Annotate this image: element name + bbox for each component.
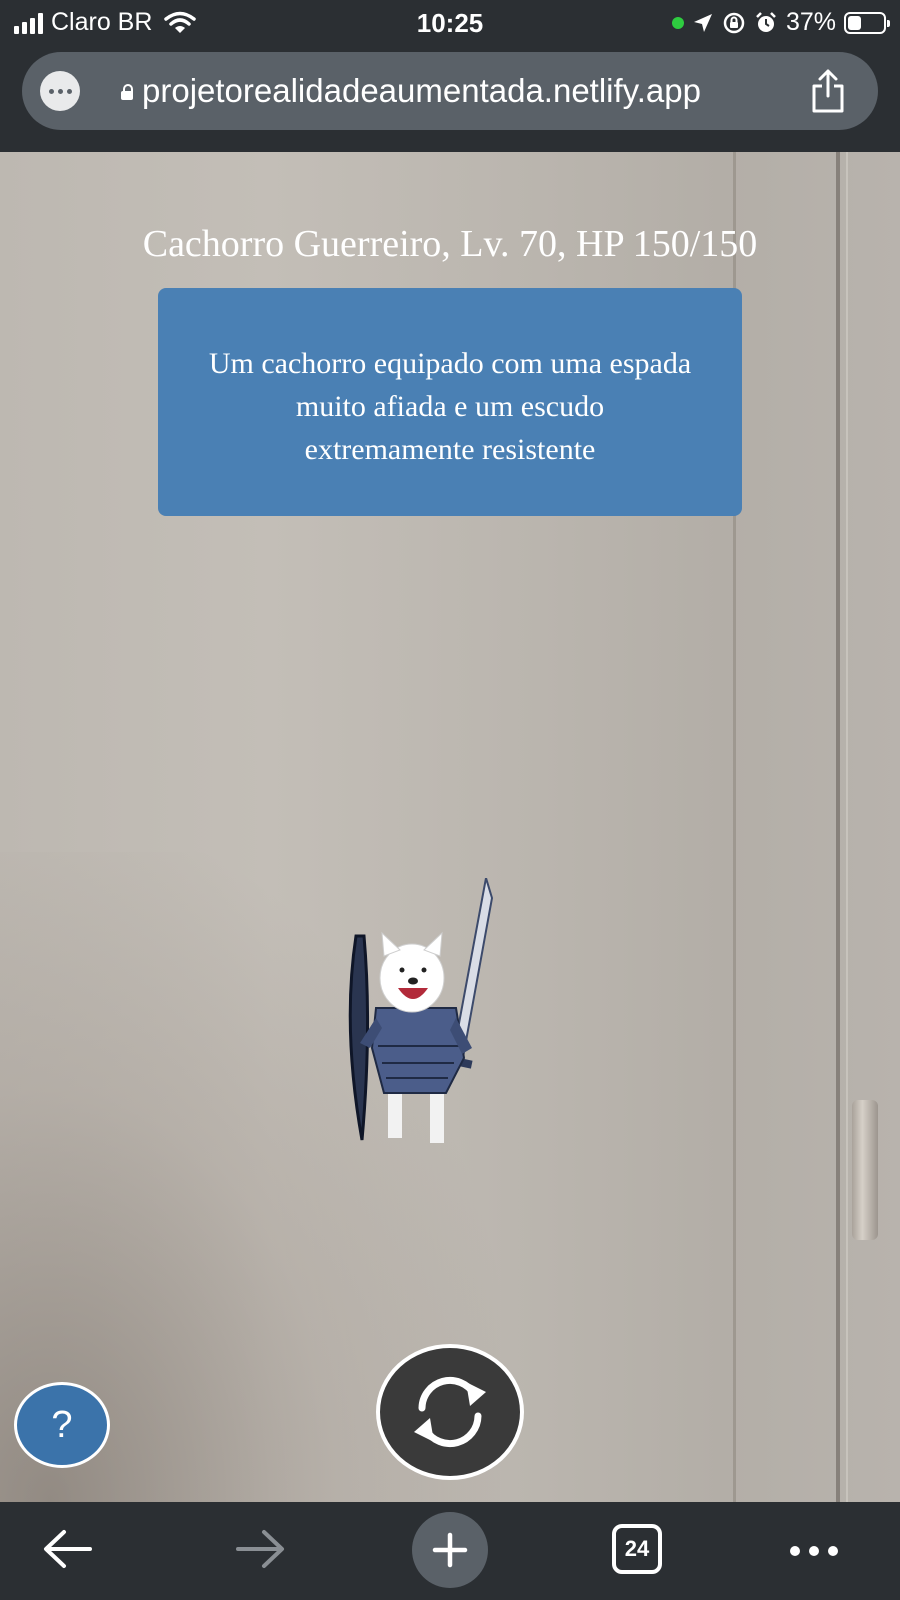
share-icon[interactable] (808, 68, 848, 114)
status-bar: Claro BR 10:25 37% (0, 0, 900, 46)
url-text: projetorealidadeaumentada.netlify.app (142, 72, 701, 109)
battery-percent: 37% (785, 8, 836, 36)
help-button[interactable]: ? (14, 1382, 110, 1468)
ellipsis-icon[interactable] (790, 1546, 838, 1556)
alarm-icon (756, 11, 776, 32)
creature-title: Cachorro Guerreiro, Lv. 70, HP 150/150 (142, 223, 758, 265)
door-frame (836, 152, 840, 1502)
forward-arrow-icon[interactable] (232, 1524, 288, 1574)
door-frame-highlight (846, 152, 848, 1502)
location-icon (693, 13, 712, 32)
browser-address-area: projetorealidadeaumentada.netlify.app (0, 46, 900, 152)
battery-icon (844, 11, 890, 34)
status-right: 37% (671, 8, 890, 37)
creature-description-box: Um cachorro equipado com uma espada muit… (158, 288, 742, 516)
switch-camera-icon (414, 1376, 486, 1448)
url-display[interactable]: projetorealidadeaumentada.netlify.app (120, 72, 701, 110)
switch-camera-button[interactable] (376, 1344, 524, 1480)
browser-toolbar: 24 (0, 1502, 900, 1600)
tab-count: 24 (624, 1536, 650, 1561)
door-hinge (852, 1100, 878, 1240)
tabs-icon[interactable]: 24 (612, 1524, 662, 1574)
creature-description: Um cachorro equipado com uma espada muit… (208, 347, 692, 466)
new-tab-button[interactable] (412, 1512, 488, 1588)
warrior-dog-model (348, 878, 494, 1143)
help-label: ? (51, 1403, 73, 1446)
ar-camera-view[interactable]: Cachorro Guerreiro, Lv. 70, HP 150/150 U… (0, 152, 900, 1502)
lock-icon (120, 83, 134, 100)
rotation-lock-icon (723, 12, 745, 33)
more-icon[interactable] (40, 71, 80, 111)
back-arrow-icon[interactable] (40, 1524, 96, 1574)
plus-icon (432, 1532, 468, 1568)
address-bar[interactable]: projetorealidadeaumentada.netlify.app (22, 52, 878, 130)
camera-in-use-indicator (671, 16, 684, 29)
